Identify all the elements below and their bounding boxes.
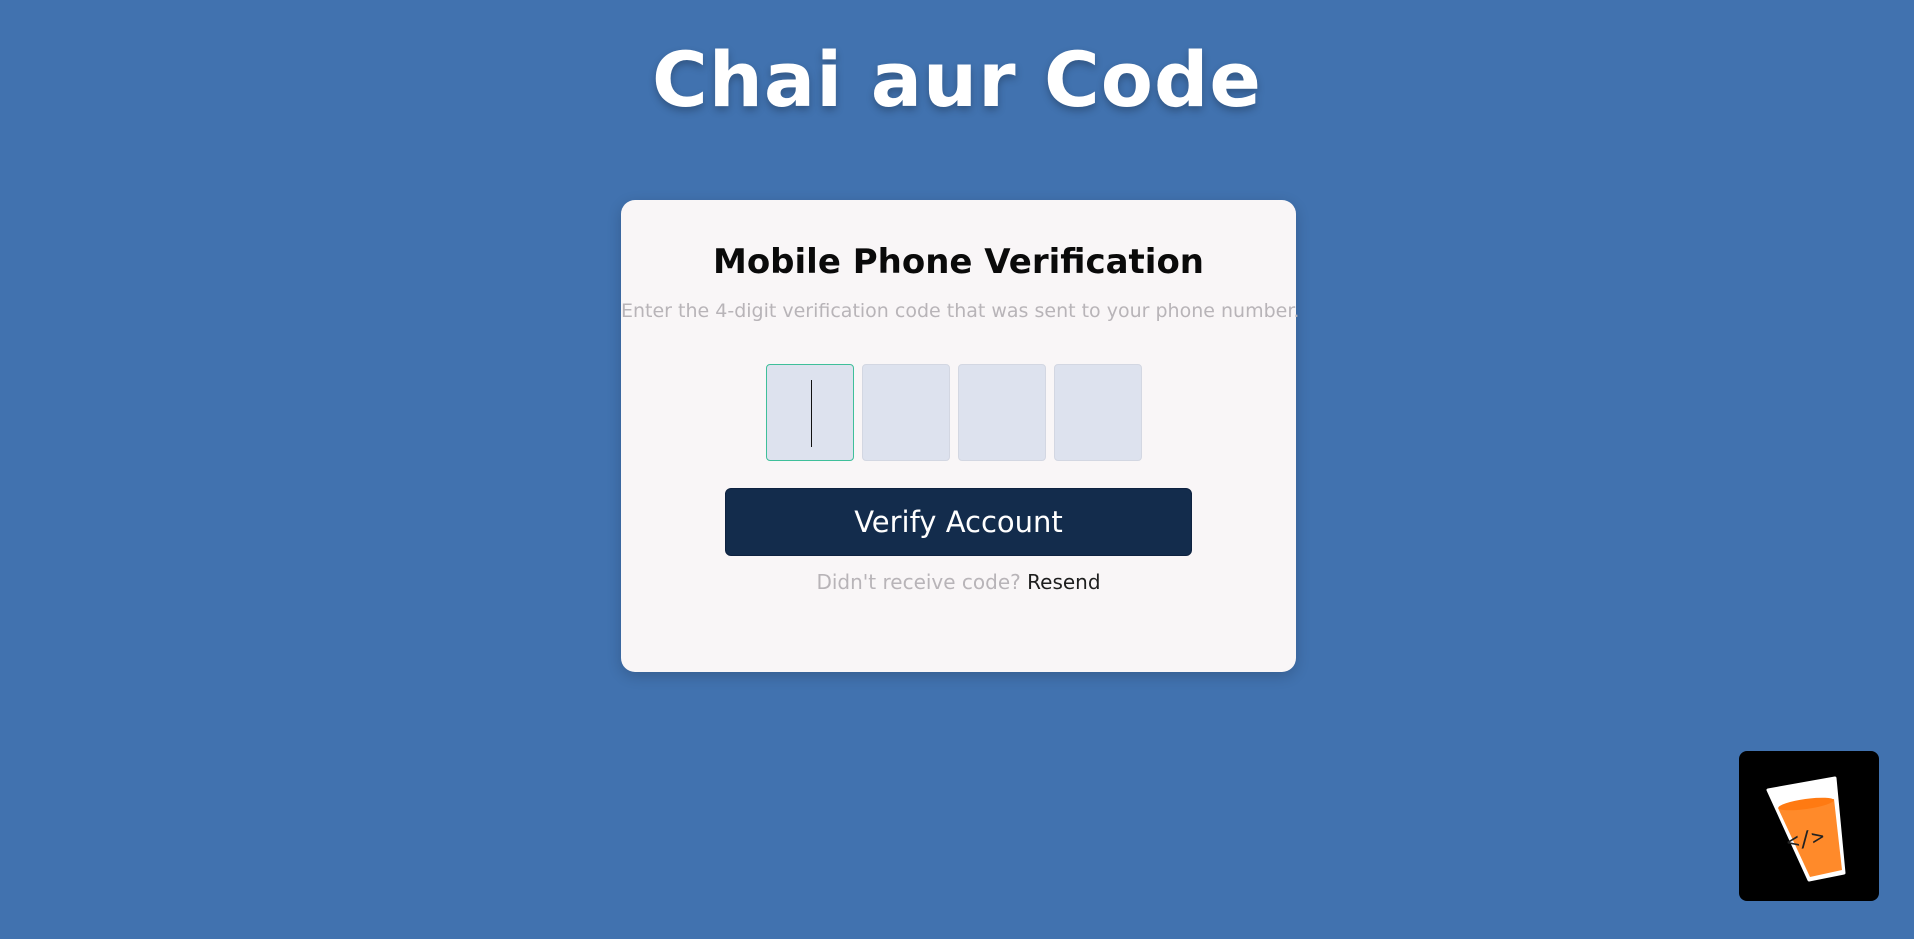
verification-card: Mobile Phone Verification Enter the 4-di… [621,200,1300,672]
code-input-1[interactable] [766,364,854,461]
code-input-group [766,364,1142,461]
verify-account-button[interactable]: Verify Account [725,488,1192,556]
resend-row: Didn't receive code? Resend [621,567,1296,597]
resend-prompt: Didn't receive code? [816,570,1021,594]
chai-cup-code-icon: </> [1766,776,1846,882]
card-subtitle: Enter the 4-digit verification code that… [621,300,1300,322]
code-input-3[interactable] [958,364,1046,461]
code-input-4[interactable] [1054,364,1142,461]
site-title: Chai aur Code [652,35,1262,124]
code-input-2[interactable] [862,364,950,461]
text-caret [811,380,812,447]
card-title: Mobile Phone Verification [712,242,1205,282]
chai-aur-code-logo[interactable]: </> [1739,751,1879,901]
resend-link[interactable]: Resend [1027,570,1100,594]
